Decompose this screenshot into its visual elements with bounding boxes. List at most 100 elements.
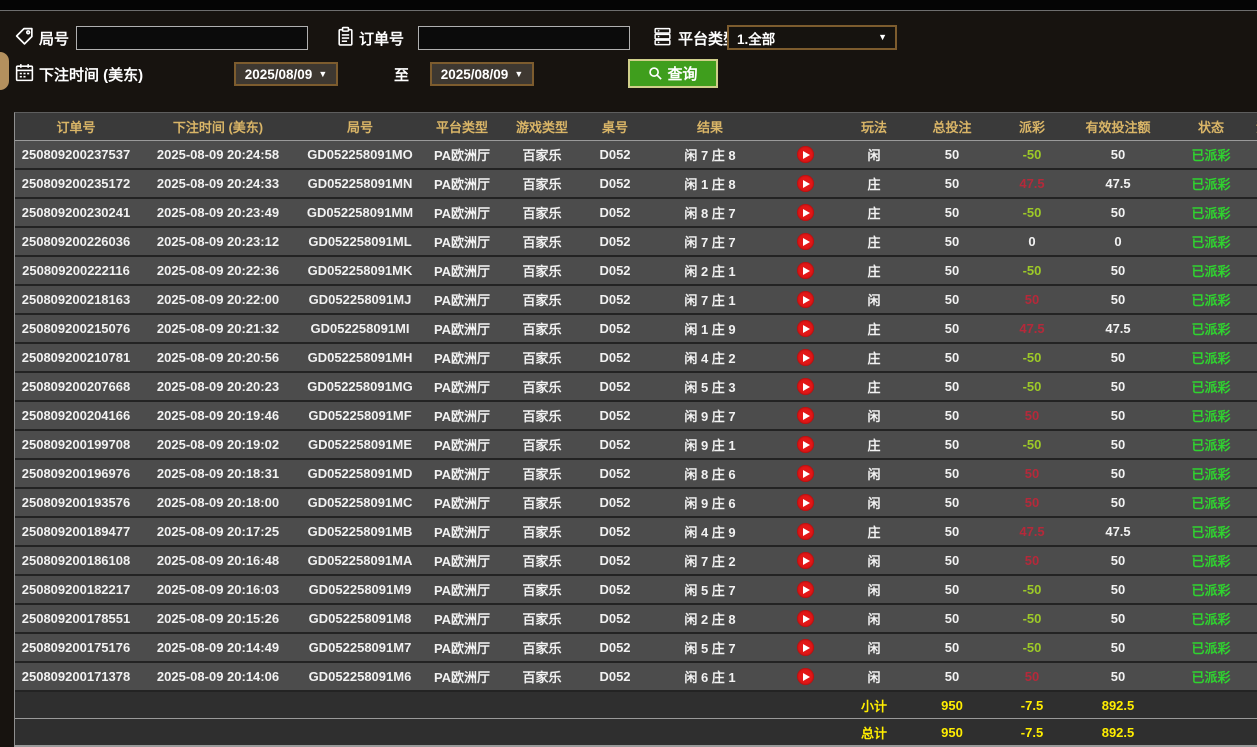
top-divider-bar	[0, 0, 1257, 11]
cell-order-no: 250809200199708	[15, 430, 137, 460]
cell-payout: 50	[995, 546, 1069, 576]
order-no-input[interactable]	[418, 26, 630, 50]
cell-side: 庄	[839, 198, 909, 228]
cell-order-no: 250809200207668	[15, 372, 137, 402]
cell-status: 已派彩	[1167, 140, 1255, 170]
play-video-icon[interactable]	[796, 552, 814, 570]
cell-payout: 50	[995, 459, 1069, 489]
cell-platform: PA欧洲厅	[421, 575, 503, 605]
cell-total-bet: 50	[909, 459, 995, 489]
cell-replay	[771, 633, 839, 663]
cell-replay	[771, 372, 839, 402]
cell-bet-time: 2025-08-09 20:21:32	[137, 314, 299, 344]
bet-row: 250809200222116 2025-08-09 20:22:36 GD0522…	[15, 256, 1257, 286]
play-video-icon[interactable]	[796, 378, 814, 396]
cell-total-bet: 50	[909, 546, 995, 576]
play-video-icon[interactable]	[796, 581, 814, 599]
cell-game-type: 百家乐	[503, 575, 581, 605]
cell-result: 闲 9 庄 1	[649, 430, 771, 460]
cell-game-type: 百家乐	[503, 633, 581, 663]
cell-round-no: GD052258091MN	[299, 169, 421, 199]
date-to-select[interactable]: 2025/08/09 ▼	[430, 62, 534, 86]
play-video-icon[interactable]	[796, 233, 814, 251]
cell-table-no: D052	[581, 401, 649, 431]
cell-status: 已派彩	[1167, 488, 1255, 518]
play-video-icon[interactable]	[796, 639, 814, 657]
cell-valid-bet: 50	[1069, 662, 1167, 692]
round-no-input[interactable]	[76, 26, 308, 50]
cell-result: 闲 5 庄 3	[649, 372, 771, 402]
cell-round-no: GD052258091MC	[299, 488, 421, 518]
play-video-icon[interactable]	[796, 523, 814, 541]
cell-order-no: 250809200230241	[15, 198, 137, 228]
play-video-icon[interactable]	[796, 175, 814, 193]
play-video-icon[interactable]	[796, 204, 814, 222]
cell-game-type: 百家乐	[503, 140, 581, 170]
cell-table-no: D052	[581, 517, 649, 547]
cell-valid-bet: 50	[1069, 256, 1167, 286]
cell-game-type: 百家乐	[503, 401, 581, 431]
cell-game-type: 百家乐	[503, 546, 581, 576]
cell-table-no: D052	[581, 662, 649, 692]
column-header: 玩法	[839, 113, 909, 141]
cell-replay	[771, 517, 839, 547]
bet-row: 250809200226036 2025-08-09 20:23:12 GD0522…	[15, 227, 1257, 257]
play-video-icon[interactable]	[796, 262, 814, 280]
play-video-icon[interactable]	[796, 465, 814, 483]
cell-platform: PA欧洲厅	[421, 604, 503, 634]
cell-side: 庄	[839, 372, 909, 402]
chevron-down-icon: ▼	[318, 68, 328, 79]
play-video-icon[interactable]	[796, 494, 814, 512]
cell-valid-bet: 50	[1069, 372, 1167, 402]
cell-replay	[771, 662, 839, 692]
play-video-icon[interactable]	[796, 407, 814, 425]
grand-total-row-cell: 892.5	[1069, 718, 1167, 746]
cell-table-no: D052	[581, 546, 649, 576]
cell-table-no: D052	[581, 575, 649, 605]
play-video-icon[interactable]	[796, 146, 814, 164]
play-video-icon[interactable]	[796, 349, 814, 367]
cell-payout: -50	[995, 198, 1069, 228]
cell-status: 已派彩	[1167, 198, 1255, 228]
cell-round-no: GD052258091M7	[299, 633, 421, 663]
cell-result: 闲 5 庄 7	[649, 633, 771, 663]
date-from-value: 2025/08/09	[244, 66, 313, 82]
cell-platform: PA欧洲厅	[421, 285, 503, 315]
cell-total-bet: 50	[909, 169, 995, 199]
cell-order-no: 250809200189477	[15, 517, 137, 547]
cell-total-bet: 50	[909, 575, 995, 605]
cell-bet-time: 2025-08-09 20:19:02	[137, 430, 299, 460]
query-button[interactable]: 查询	[628, 59, 718, 88]
cell-game-type: 百家乐	[503, 430, 581, 460]
cell-status: 已派彩	[1167, 169, 1255, 199]
play-video-icon[interactable]	[796, 436, 814, 454]
cell-order-no: 250809200218163	[15, 285, 137, 315]
cell-table-no: D052	[581, 459, 649, 489]
play-video-icon[interactable]	[796, 610, 814, 628]
play-video-icon[interactable]	[796, 291, 814, 309]
cell-status: 已派彩	[1167, 343, 1255, 373]
cell-side: 庄	[839, 314, 909, 344]
cell-order-no: 250809200193576	[15, 488, 137, 518]
order-no-label: 订单号	[359, 31, 405, 48]
cell-valid-bet: 50	[1069, 285, 1167, 315]
play-video-icon[interactable]	[796, 668, 814, 686]
cell-total-bet: 50	[909, 633, 995, 663]
cell-bet-time: 2025-08-09 20:18:31	[137, 459, 299, 489]
cell-platform: PA欧洲厅	[421, 401, 503, 431]
collapse-panel-handle[interactable]	[0, 52, 9, 90]
bet-row: 250809200189477 2025-08-09 20:17:25 GD0522…	[15, 517, 1257, 547]
chevron-down-icon: ▼	[514, 68, 524, 79]
date-from-select[interactable]: 2025/08/09 ▼	[234, 62, 338, 86]
platform-type-select[interactable]: 1.全部 ▼	[727, 25, 897, 50]
grand-total-row-cell	[421, 718, 503, 746]
cell-status: 已派彩	[1167, 430, 1255, 460]
column-header: 订单号	[15, 113, 137, 141]
cell-result: 闲 7 庄 8	[649, 140, 771, 170]
subtotal-row-cell	[503, 690, 581, 719]
platform-type-value: 1.全部	[737, 31, 776, 47]
cell-total-bet: 50	[909, 140, 995, 170]
play-video-icon[interactable]	[796, 320, 814, 338]
cell-status: 已派彩	[1167, 459, 1255, 489]
cell-status: 已派彩	[1167, 285, 1255, 315]
